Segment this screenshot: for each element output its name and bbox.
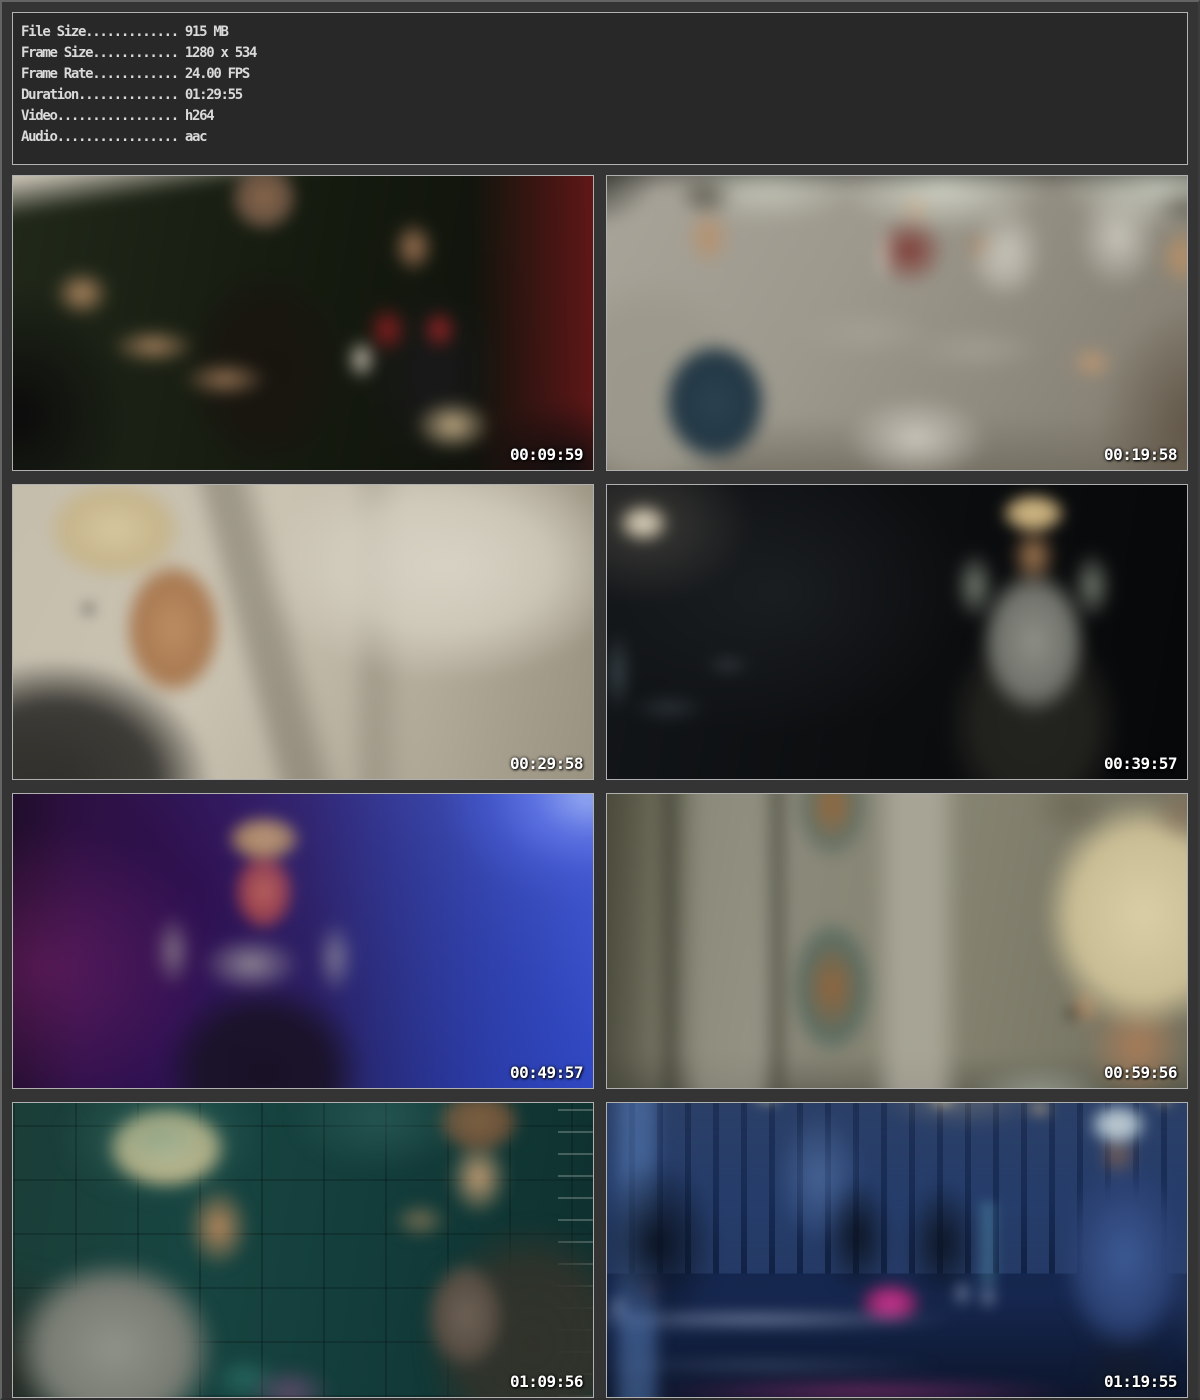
timestamp-overlay: 00:09:59 (510, 447, 583, 463)
timestamp-overlay: 01:09:56 (510, 1374, 583, 1390)
movie-still (13, 794, 593, 1088)
preview-sheet: File Size............. 915 MB Frame Size.… (0, 0, 1200, 1400)
screenshot-cell: 00:59:56 (606, 793, 1188, 1089)
movie-still (607, 794, 1187, 1088)
file-info-row-duration: Duration.............. 01:29:55 (21, 85, 1187, 106)
timestamp-overlay: 00:19:58 (1104, 447, 1177, 463)
movie-still-paint (607, 1103, 1187, 1397)
movie-still (13, 1103, 593, 1397)
file-info-row-audio: Audio................. aac (21, 127, 1187, 148)
screenshot-grid: 00:09:59 00:19:58 00:29:58 00:39:57 00:4… (12, 175, 1188, 1398)
info-value: 1280 x 534 (185, 45, 256, 61)
movie-still-paint (13, 176, 593, 470)
screenshot-cell: 00:49:57 (12, 793, 594, 1089)
timestamp-overlay: 00:59:56 (1104, 1065, 1177, 1081)
info-label: Video (21, 108, 57, 124)
info-value: 915 MB (185, 24, 228, 40)
info-value: 01:29:55 (185, 87, 242, 103)
file-info-row-frame-size: Frame Size............ 1280 x 534 (21, 43, 1187, 64)
screenshot-cell: 00:39:57 (606, 484, 1188, 780)
info-label: Duration (21, 87, 78, 103)
screenshot-cell: 00:19:58 (606, 175, 1188, 471)
movie-still (607, 1103, 1187, 1397)
movie-still-paint (13, 485, 593, 779)
info-label: Audio (21, 129, 57, 145)
movie-still-paint (607, 485, 1187, 779)
dot-leader: ............ (92, 66, 178, 82)
info-value: aac (185, 129, 206, 145)
movie-still-paint (13, 1103, 593, 1397)
dot-leader: .............. (78, 87, 178, 103)
screenshot-cell: 00:29:58 (12, 484, 594, 780)
movie-still-paint (607, 176, 1187, 470)
screenshot-cell: 01:09:56 (12, 1102, 594, 1398)
info-label: File Size (21, 24, 85, 40)
info-value: 24.00 FPS (185, 66, 249, 82)
screenshot-cell: 00:09:59 (12, 175, 594, 471)
info-label: Frame Size (21, 45, 92, 61)
movie-still (13, 485, 593, 779)
movie-still-paint (13, 794, 593, 1088)
movie-still-paint (607, 794, 1187, 1088)
timestamp-overlay: 01:19:55 (1104, 1374, 1177, 1390)
file-info-row-file-size: File Size............. 915 MB (21, 22, 1187, 43)
file-info-panel: File Size............. 915 MB Frame Size.… (12, 12, 1188, 165)
file-info-row-video: Video................. h264 (21, 106, 1187, 127)
movie-still (607, 176, 1187, 470)
dot-leader: ............ (92, 45, 178, 61)
movie-still (13, 176, 593, 470)
timestamp-overlay: 00:39:57 (1104, 756, 1177, 772)
dot-leader: ................. (57, 108, 178, 124)
timestamp-overlay: 00:29:58 (510, 756, 583, 772)
timestamp-overlay: 00:49:57 (510, 1065, 583, 1081)
movie-still (607, 485, 1187, 779)
file-info-row-frame-rate: Frame Rate............ 24.00 FPS (21, 64, 1187, 85)
dot-leader: ............. (85, 24, 178, 40)
dot-leader: ................. (57, 129, 178, 145)
info-label: Frame Rate (21, 66, 92, 82)
screenshot-cell: 01:19:55 (606, 1102, 1188, 1398)
info-value: h264 (185, 108, 214, 124)
